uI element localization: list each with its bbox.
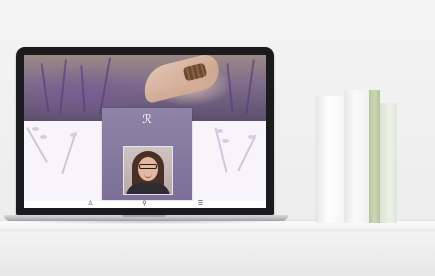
person-icon[interactable]: ♙ [87,200,94,208]
location-pin-icon[interactable]: ⚲ [141,200,148,208]
book-green [369,90,380,223]
shelf-edge-shadow [0,229,435,233]
laptop-shadow [8,220,286,224]
brand-logo[interactable]: ℛ [140,112,154,126]
laptop-lid: ℛ ♙ ⚲ ☰ [16,47,274,216]
laptop-notch [122,215,166,217]
hand-image [139,55,223,104]
profile-card: ℛ [102,108,192,200]
menu-list-icon[interactable]: ☰ [197,200,204,208]
book-white-2 [344,90,371,223]
profile-photo [123,146,173,195]
book-pale-green [380,103,397,223]
laptop-screen: ℛ ♙ ⚲ ☰ [24,55,266,208]
